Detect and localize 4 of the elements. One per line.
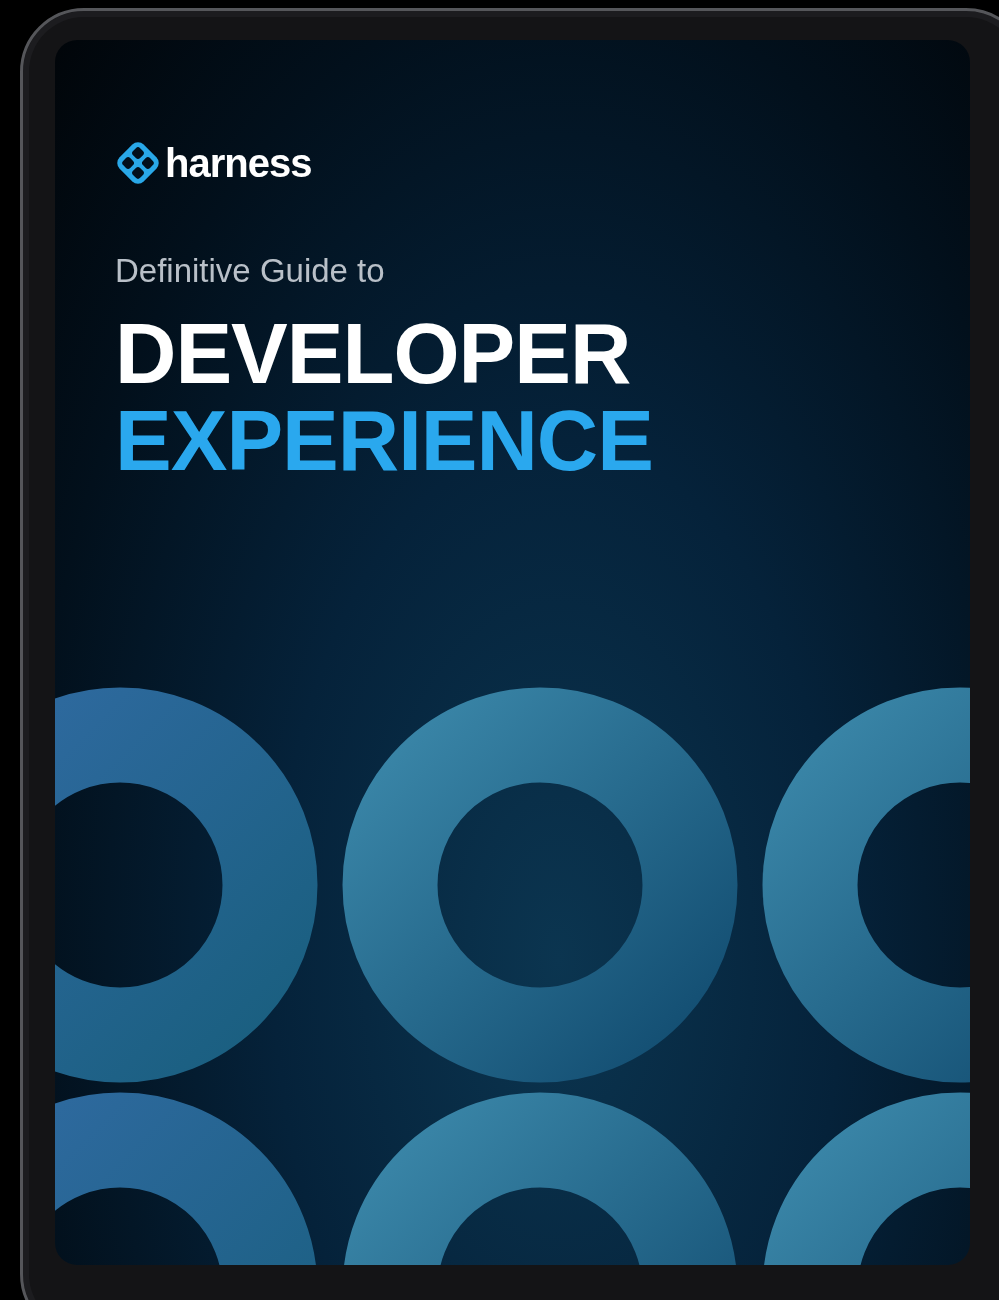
cover-title-line: EXPERIENCE (115, 397, 654, 485)
logo-wordmark: harness (165, 143, 312, 183)
cover-subtitle: Definitive Guide to (115, 254, 386, 287)
cover-title-line: DEVELOPER (115, 311, 632, 398)
